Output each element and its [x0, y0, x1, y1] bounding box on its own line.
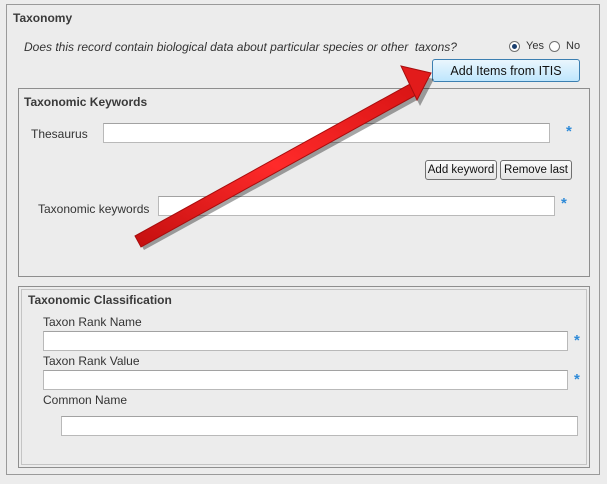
taxonomic-keywords-input[interactable] — [158, 196, 555, 216]
taxon-rank-value-input[interactable] — [43, 370, 568, 390]
thesaurus-required-marker: * — [566, 123, 572, 140]
thesaurus-input[interactable] — [103, 123, 550, 143]
common-name-label: Common Name — [43, 393, 128, 407]
common-name-input[interactable] — [61, 416, 578, 436]
taxon-rank-name-required-marker: * — [574, 332, 580, 349]
radio-no[interactable] — [549, 41, 560, 52]
taxonomic-keywords-required-marker: * — [561, 195, 567, 212]
taxon-rank-name-input[interactable] — [43, 331, 568, 351]
taxonomic-classification-title: Taxonomic Classification — [28, 293, 172, 307]
radio-yes[interactable] — [509, 41, 520, 52]
taxon-rank-name-label: Taxon Rank Name — [43, 315, 142, 329]
add-keyword-button[interactable]: Add keyword — [425, 160, 497, 180]
taxonomy-title: Taxonomy — [13, 11, 73, 25]
thesaurus-label: Thesaurus — [31, 127, 88, 141]
radio-no-label: No — [566, 40, 581, 52]
taxonomic-keywords-label: Taxonomic keywords — [38, 202, 150, 216]
taxonomic-keywords-panel — [18, 88, 590, 277]
radio-yes-label: Yes — [526, 40, 544, 52]
remove-last-button[interactable]: Remove last — [500, 160, 572, 180]
biological-data-question: Does this record contain biological data… — [24, 40, 457, 54]
taxon-rank-value-label: Taxon Rank Value — [43, 354, 140, 368]
add-items-from-itis-button[interactable]: Add Items from ITIS — [432, 59, 580, 82]
taxon-rank-value-required-marker: * — [574, 371, 580, 388]
taxonomic-keywords-title: Taxonomic Keywords — [24, 95, 148, 109]
